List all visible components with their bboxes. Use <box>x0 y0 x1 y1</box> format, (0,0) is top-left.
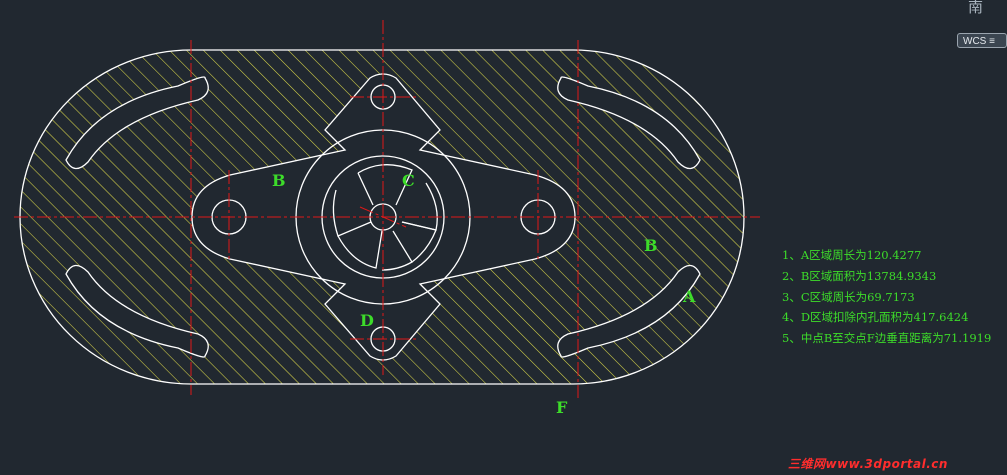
note-line-2: 2、B区域面积为13784.9343 <box>782 269 936 283</box>
note-line-3: 3、C区域周长为69.7173 <box>782 290 915 304</box>
label-a: A <box>682 287 696 306</box>
note-line-1: 1、A区域周长为120.4277 <box>782 248 922 262</box>
wcs-menu-button[interactable]: WCS ≡ <box>957 33 1007 48</box>
label-b-top: B <box>272 171 286 190</box>
label-f: F <box>556 398 568 417</box>
note-line-4: 4、D区域扣除内孔面积为417.6424 <box>782 310 968 324</box>
watermark-text: 三维网www.3dportal.cn <box>788 457 948 471</box>
label-d: D <box>360 311 374 330</box>
note-line-5: 5、中点B至交点F边垂直距离为71.1919 <box>782 331 991 345</box>
cad-drawing-canvas[interactable]: B C D B A F 1、A区域周长为120.4277 2、B区域面积为137… <box>0 0 1007 475</box>
label-b-right: B <box>644 236 658 255</box>
label-c: C <box>402 171 415 190</box>
hatch-region <box>0 0 1007 475</box>
viewcube-compass[interactable]: 南 <box>968 0 1007 16</box>
